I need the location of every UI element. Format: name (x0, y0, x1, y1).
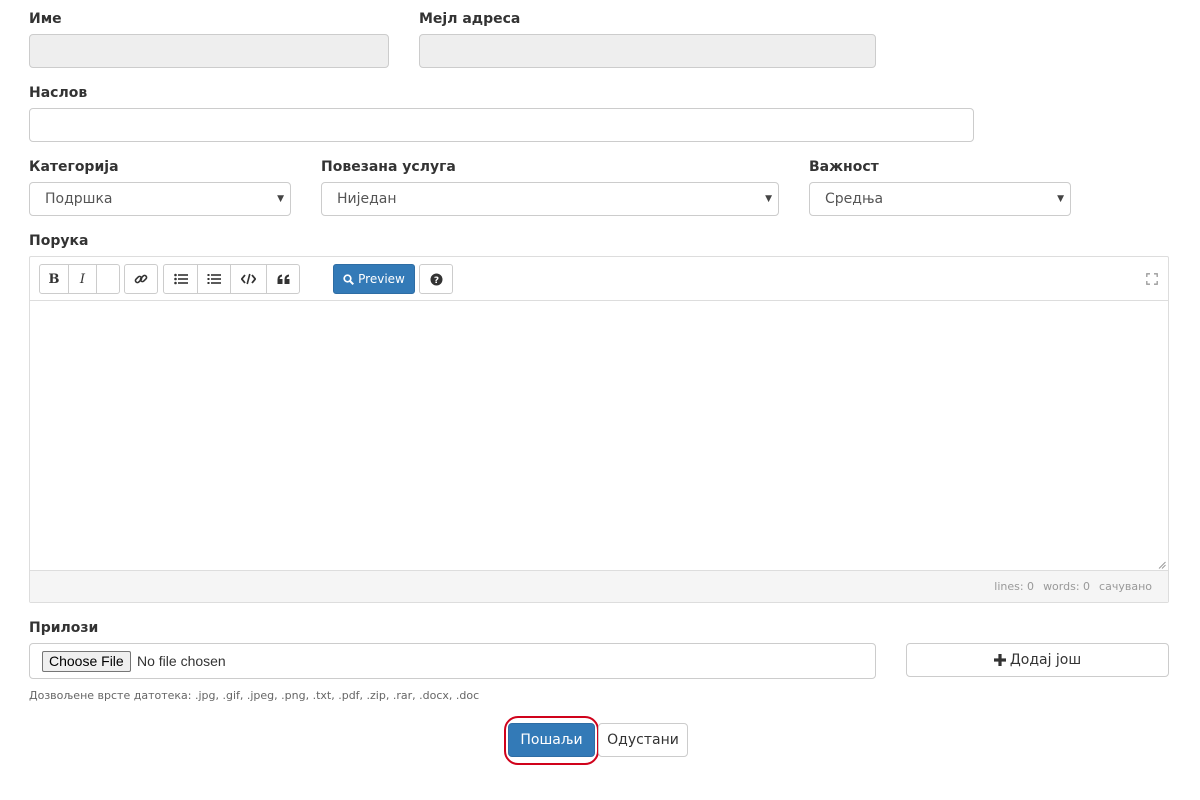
link-button[interactable] (125, 265, 157, 293)
unordered-list-icon (173, 273, 188, 285)
email-field[interactable] (419, 34, 876, 68)
link-button-group (124, 264, 158, 294)
ordered-list-button[interactable] (198, 265, 231, 293)
heading-button[interactable] (97, 265, 119, 293)
markdown-editor: B I Preview ? lines: 0 words: 0 сачувано (29, 256, 1169, 603)
preview-label: Preview (358, 272, 405, 286)
format-button-group: B I (39, 264, 120, 294)
help-button-group: ? (419, 264, 453, 294)
bold-icon: B (48, 271, 60, 287)
message-label: Порука (29, 233, 89, 249)
service-select[interactable]: Ниједан ▼ (321, 182, 779, 216)
add-more-label: Додај још (1009, 652, 1082, 668)
priority-select[interactable]: Средња ▼ (809, 182, 1071, 216)
subject-label: Наслов (29, 85, 88, 101)
unordered-list-button[interactable] (164, 265, 198, 293)
status-words: words: 0 (1043, 580, 1091, 593)
submit-button[interactable]: Пошаљи (508, 723, 595, 757)
link-icon (134, 274, 148, 284)
svg-text:?: ? (433, 276, 438, 286)
choose-file-button[interactable]: Choose File (42, 651, 131, 672)
fullscreen-button[interactable] (1146, 270, 1158, 289)
priority-select-value: Средња (825, 191, 884, 207)
fullscreen-icon (1146, 273, 1158, 285)
priority-label: Важност (809, 159, 879, 175)
name-field[interactable] (29, 34, 389, 68)
category-select[interactable]: Подршка ▼ (29, 182, 291, 216)
add-more-button[interactable]: Додај још (906, 643, 1169, 677)
no-file-text: No file chosen (137, 653, 226, 669)
cancel-button[interactable]: Одустани (598, 723, 688, 757)
name-label: Име (29, 11, 62, 27)
editor-statusbar: lines: 0 words: 0 сачувано (30, 570, 1168, 602)
code-icon (241, 273, 256, 285)
code-button[interactable] (231, 265, 267, 293)
status-lines: lines: 0 (994, 580, 1035, 593)
quote-icon (277, 274, 289, 284)
category-label: Категорија (29, 159, 119, 175)
italic-button[interactable]: I (69, 265, 97, 293)
subject-field[interactable] (29, 108, 974, 142)
bold-button[interactable]: B (40, 265, 69, 293)
caret-down-icon: ▼ (277, 194, 284, 204)
category-select-value: Подршка (45, 191, 113, 207)
service-select-value: Ниједан (337, 191, 397, 207)
plus-icon (993, 654, 1006, 666)
status-saved: сачувано (1099, 580, 1152, 593)
search-icon (343, 273, 355, 285)
message-textarea[interactable] (30, 301, 1168, 571)
preview-button[interactable]: Preview (333, 264, 415, 294)
help-icon: ? (430, 273, 442, 286)
caret-down-icon: ▼ (1057, 194, 1064, 204)
editor-toolbar: B I Preview ? (30, 257, 1168, 301)
ordered-list-icon (207, 274, 221, 284)
resize-handle-icon[interactable] (1158, 561, 1166, 569)
caret-down-icon: ▼ (765, 194, 772, 204)
file-input[interactable]: Choose File No file chosen (29, 643, 876, 679)
quote-button[interactable] (267, 265, 299, 293)
allowed-filetypes-text: Дозвољене врсте датотека: .jpg, .gif, .j… (29, 689, 480, 702)
italic-icon: I (79, 271, 86, 287)
attachments-label: Прилози (29, 620, 99, 636)
help-button[interactable]: ? (420, 265, 452, 293)
email-label: Мејл адреса (419, 11, 521, 27)
service-label: Повезана услуга (321, 159, 456, 175)
block-button-group (163, 264, 300, 294)
